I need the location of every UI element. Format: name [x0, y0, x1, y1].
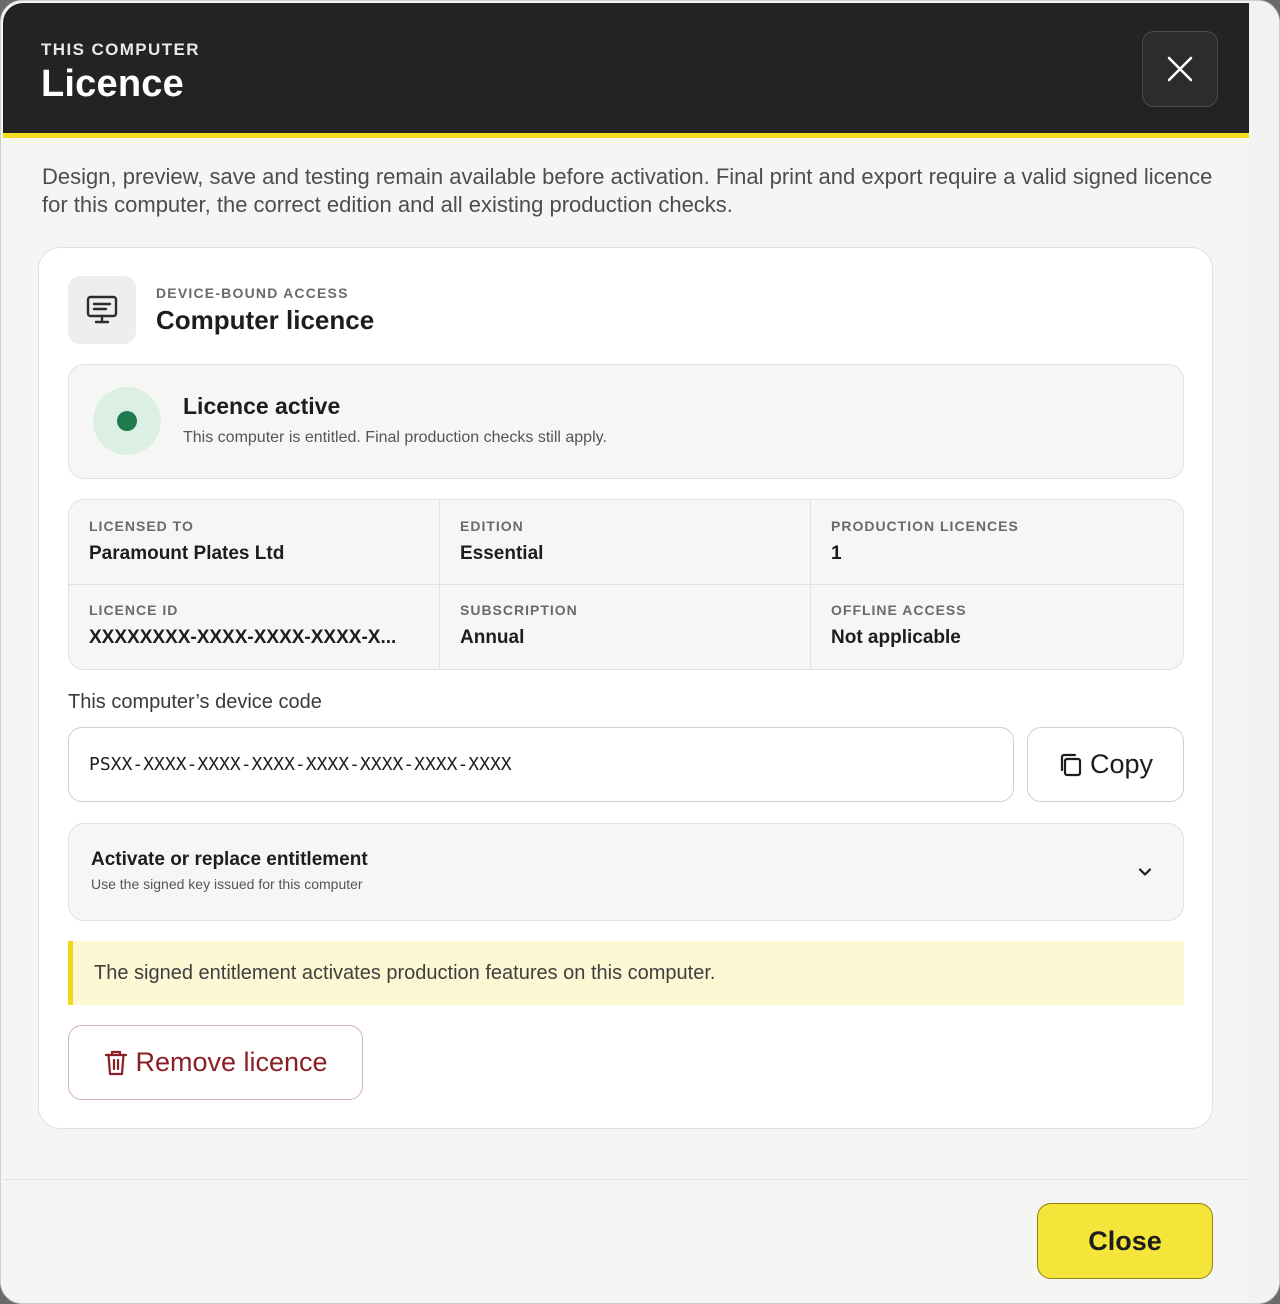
close-icon: [1167, 56, 1193, 82]
licence-details-grid: LICENSED TO Paramount Plates Ltd EDITION…: [68, 499, 1184, 670]
close-button[interactable]: Close: [1037, 1203, 1213, 1279]
copy-label: Copy: [1089, 749, 1154, 779]
device-code-field[interactable]: [68, 727, 1014, 802]
entitlement-notice: The signed entitlement activates product…: [68, 941, 1184, 1005]
activate-subtitle: Use the signed key issued for this compu…: [91, 876, 363, 892]
activate-entitlement-toggle[interactable]: Activate or replace entitlement Use the …: [68, 823, 1184, 921]
detail-value: Not applicable: [831, 627, 961, 648]
device-code-label: This computer’s device code: [68, 691, 322, 713]
trash-icon: [105, 1050, 128, 1075]
detail-label: EDITION: [460, 518, 524, 534]
remove-licence-button[interactable]: Remove licence: [68, 1025, 363, 1100]
status-dot-icon: [117, 411, 137, 431]
dialog-body: THIS COMPUTER Licence Design, preview, s…: [1, 1, 1249, 1179]
detail-label: OFFLINE ACCESS: [831, 602, 967, 618]
scrollbar[interactable]: [1249, 1, 1279, 1303]
detail-label: LICENCE ID: [89, 602, 179, 618]
copy-device-code-button[interactable]: Copy: [1027, 727, 1184, 802]
dialog-header: THIS COMPUTER Licence: [3, 3, 1249, 138]
detail-offline-access: OFFLINE ACCESS Not applicable: [811, 585, 1183, 669]
detail-value: XXXXXXXX-XXXX-XXXX-XXXX-X...: [89, 627, 397, 648]
card-eyebrow: DEVICE-BOUND ACCESS: [156, 285, 349, 301]
header-eyebrow: THIS COMPUTER: [41, 40, 200, 59]
computer-licence-card: DEVICE-BOUND ACCESS Computer licence Lic…: [38, 247, 1213, 1129]
detail-edition: EDITION Essential: [440, 500, 811, 585]
detail-production-licences: PRODUCTION LICENCES 1: [811, 500, 1183, 585]
page-title: Licence: [41, 63, 184, 105]
detail-value: Paramount Plates Ltd: [89, 543, 285, 564]
licence-dialog: THIS COMPUTER Licence Design, preview, s…: [0, 0, 1280, 1304]
monitor-icon: [86, 295, 118, 324]
detail-licensed-to: LICENSED TO Paramount Plates Ltd: [69, 500, 440, 585]
remove-licence-label: Remove licence: [135, 1047, 328, 1077]
intro-text: Design, preview, save and testing remain…: [42, 164, 1213, 217]
detail-label: PRODUCTION LICENCES: [831, 518, 1019, 534]
card-icon-tile: [68, 276, 136, 344]
detail-licence-id: LICENCE ID XXXXXXXX-XXXX-XXXX-XXXX-X...: [69, 585, 440, 669]
licence-status-panel: Licence active This computer is entitled…: [68, 364, 1184, 479]
detail-label: LICENSED TO: [89, 518, 194, 534]
detail-value: Annual: [460, 627, 525, 648]
chevron-down-icon: [1138, 868, 1152, 876]
status-title: Licence active: [183, 393, 341, 419]
dialog-footer: Close: [3, 1179, 1249, 1303]
detail-subscription: SUBSCRIPTION Annual: [440, 585, 811, 669]
status-indicator: [93, 387, 161, 455]
copy-icon: [1060, 753, 1082, 776]
detail-value: Essential: [460, 543, 544, 564]
status-subtitle: This computer is entitled. Final product…: [183, 429, 607, 446]
card-title: Computer licence: [156, 305, 375, 335]
header-close-button[interactable]: [1142, 31, 1218, 107]
activate-title: Activate or replace entitlement: [91, 849, 368, 870]
detail-value: 1: [831, 543, 842, 564]
detail-label: SUBSCRIPTION: [460, 602, 578, 618]
